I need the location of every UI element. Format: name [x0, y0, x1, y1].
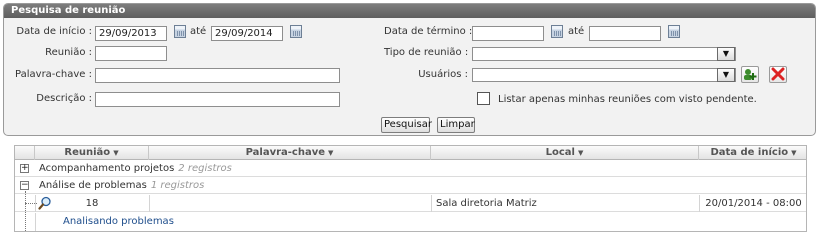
- data-termino-field[interactable]: [472, 26, 544, 41]
- header-spacer: [15, 146, 35, 160]
- column-header-data-inicio[interactable]: Data de início ▼: [699, 146, 806, 160]
- group-name: Acompanhamento projetos: [39, 163, 175, 174]
- usuarios-select[interactable]: ▼: [472, 68, 736, 82]
- data-termino-ate-field[interactable]: [589, 26, 661, 41]
- data-termino-label: Data de término :: [384, 26, 473, 37]
- add-user-icon: [744, 69, 757, 80]
- column-header-reuniao[interactable]: Reunião ▼: [35, 146, 149, 160]
- calendar-icon[interactable]: [668, 25, 680, 38]
- calendar-icon[interactable]: [174, 25, 186, 38]
- collapse-icon[interactable]: −: [20, 181, 29, 190]
- cell-local: Sala diretoria Matriz: [436, 198, 537, 209]
- data-inicio-ate-field[interactable]: 29/09/2014: [211, 26, 283, 41]
- cell-reuniao: 18: [85, 198, 99, 209]
- expand-icon[interactable]: +: [20, 164, 29, 173]
- sort-down-icon: ▼: [791, 149, 797, 157]
- palavra-chave-field[interactable]: [95, 68, 340, 83]
- table-row[interactable]: 18 Sala diretoria Matriz 20/01/2014 - 08…: [15, 195, 806, 212]
- cell-divider: [431, 195, 432, 212]
- limpar-button[interactable]: Limpar: [437, 117, 475, 133]
- column-header-label: Palavra-chave: [245, 147, 326, 158]
- search-panel: Pesquisa de reunião Data de início : 29/…: [3, 3, 816, 136]
- column-header-label: Local: [545, 147, 575, 158]
- tipo-reuniao-select[interactable]: ▼: [472, 47, 736, 61]
- data-inicio-label: Data de início :: [16, 26, 92, 37]
- group-count: 2 registros: [178, 163, 232, 174]
- data-inicio-field[interactable]: 29/09/2013: [95, 26, 167, 41]
- add-user-button[interactable]: [741, 66, 759, 83]
- group-count: 1 registros: [150, 180, 205, 191]
- group-row: − Análise de problemas 1 registros: [15, 178, 806, 194]
- row-detail: Analisando problemas: [15, 213, 806, 231]
- column-header-local[interactable]: Local ▼: [431, 146, 699, 160]
- sort-down-icon: ▼: [113, 149, 119, 157]
- column-header-label: Data de início: [710, 147, 789, 158]
- visto-pendente-checkbox[interactable]: [477, 92, 490, 105]
- cell-data-inicio: 20/01/2014 - 08:00: [705, 198, 802, 209]
- remove-user-button[interactable]: [769, 66, 787, 83]
- grid-header: Reunião ▼ Palavra-chave ▼ Local ▼ Data de i…: [15, 146, 806, 160]
- tipo-reuniao-label: Tipo de reunião :: [384, 47, 469, 58]
- cell-divider: [35, 213, 36, 231]
- close-icon: [771, 67, 785, 81]
- sort-down-icon: ▼: [577, 149, 584, 157]
- group-name: Análise de problemas: [39, 180, 147, 191]
- panel-title: Pesquisa de reunião: [4, 4, 815, 18]
- column-header-palavra-chave[interactable]: Palavra-chave ▼: [149, 146, 431, 160]
- visto-pendente-label: Listar apenas minhas reuniões com visto …: [498, 94, 757, 105]
- calendar-icon[interactable]: [290, 25, 302, 38]
- group-label[interactable]: Análise de problemas 1 registros: [39, 178, 204, 193]
- reuniao-label: Reunião :: [45, 47, 92, 58]
- group-row: + Acompanhamento projetos 2 registros: [15, 161, 806, 177]
- palavra-chave-label: Palavra-chave :: [15, 69, 92, 80]
- descricao-label: Descrição :: [36, 93, 92, 104]
- reuniao-field[interactable]: [95, 46, 167, 61]
- ate-label: até: [190, 26, 207, 37]
- sort-down-icon: ▼: [328, 149, 334, 157]
- chevron-down-icon[interactable]: ▼: [717, 47, 735, 61]
- ate-label-2: até: [568, 26, 585, 37]
- pesquisar-button[interactable]: Pesquisar: [381, 117, 432, 133]
- cell-divider: [149, 195, 150, 212]
- calendar-icon[interactable]: [551, 25, 563, 38]
- column-header-label: Reunião: [64, 147, 111, 158]
- results-grid: Reunião ▼ Palavra-chave ▼ Local ▼ Data de i…: [14, 145, 807, 232]
- group-label[interactable]: Acompanhamento projetos 2 registros: [39, 161, 232, 176]
- chevron-down-icon[interactable]: ▼: [717, 68, 735, 82]
- descricao-field[interactable]: [95, 92, 340, 107]
- usuarios-label: Usuários :: [418, 69, 468, 80]
- row-description: Analisando problemas: [63, 216, 174, 227]
